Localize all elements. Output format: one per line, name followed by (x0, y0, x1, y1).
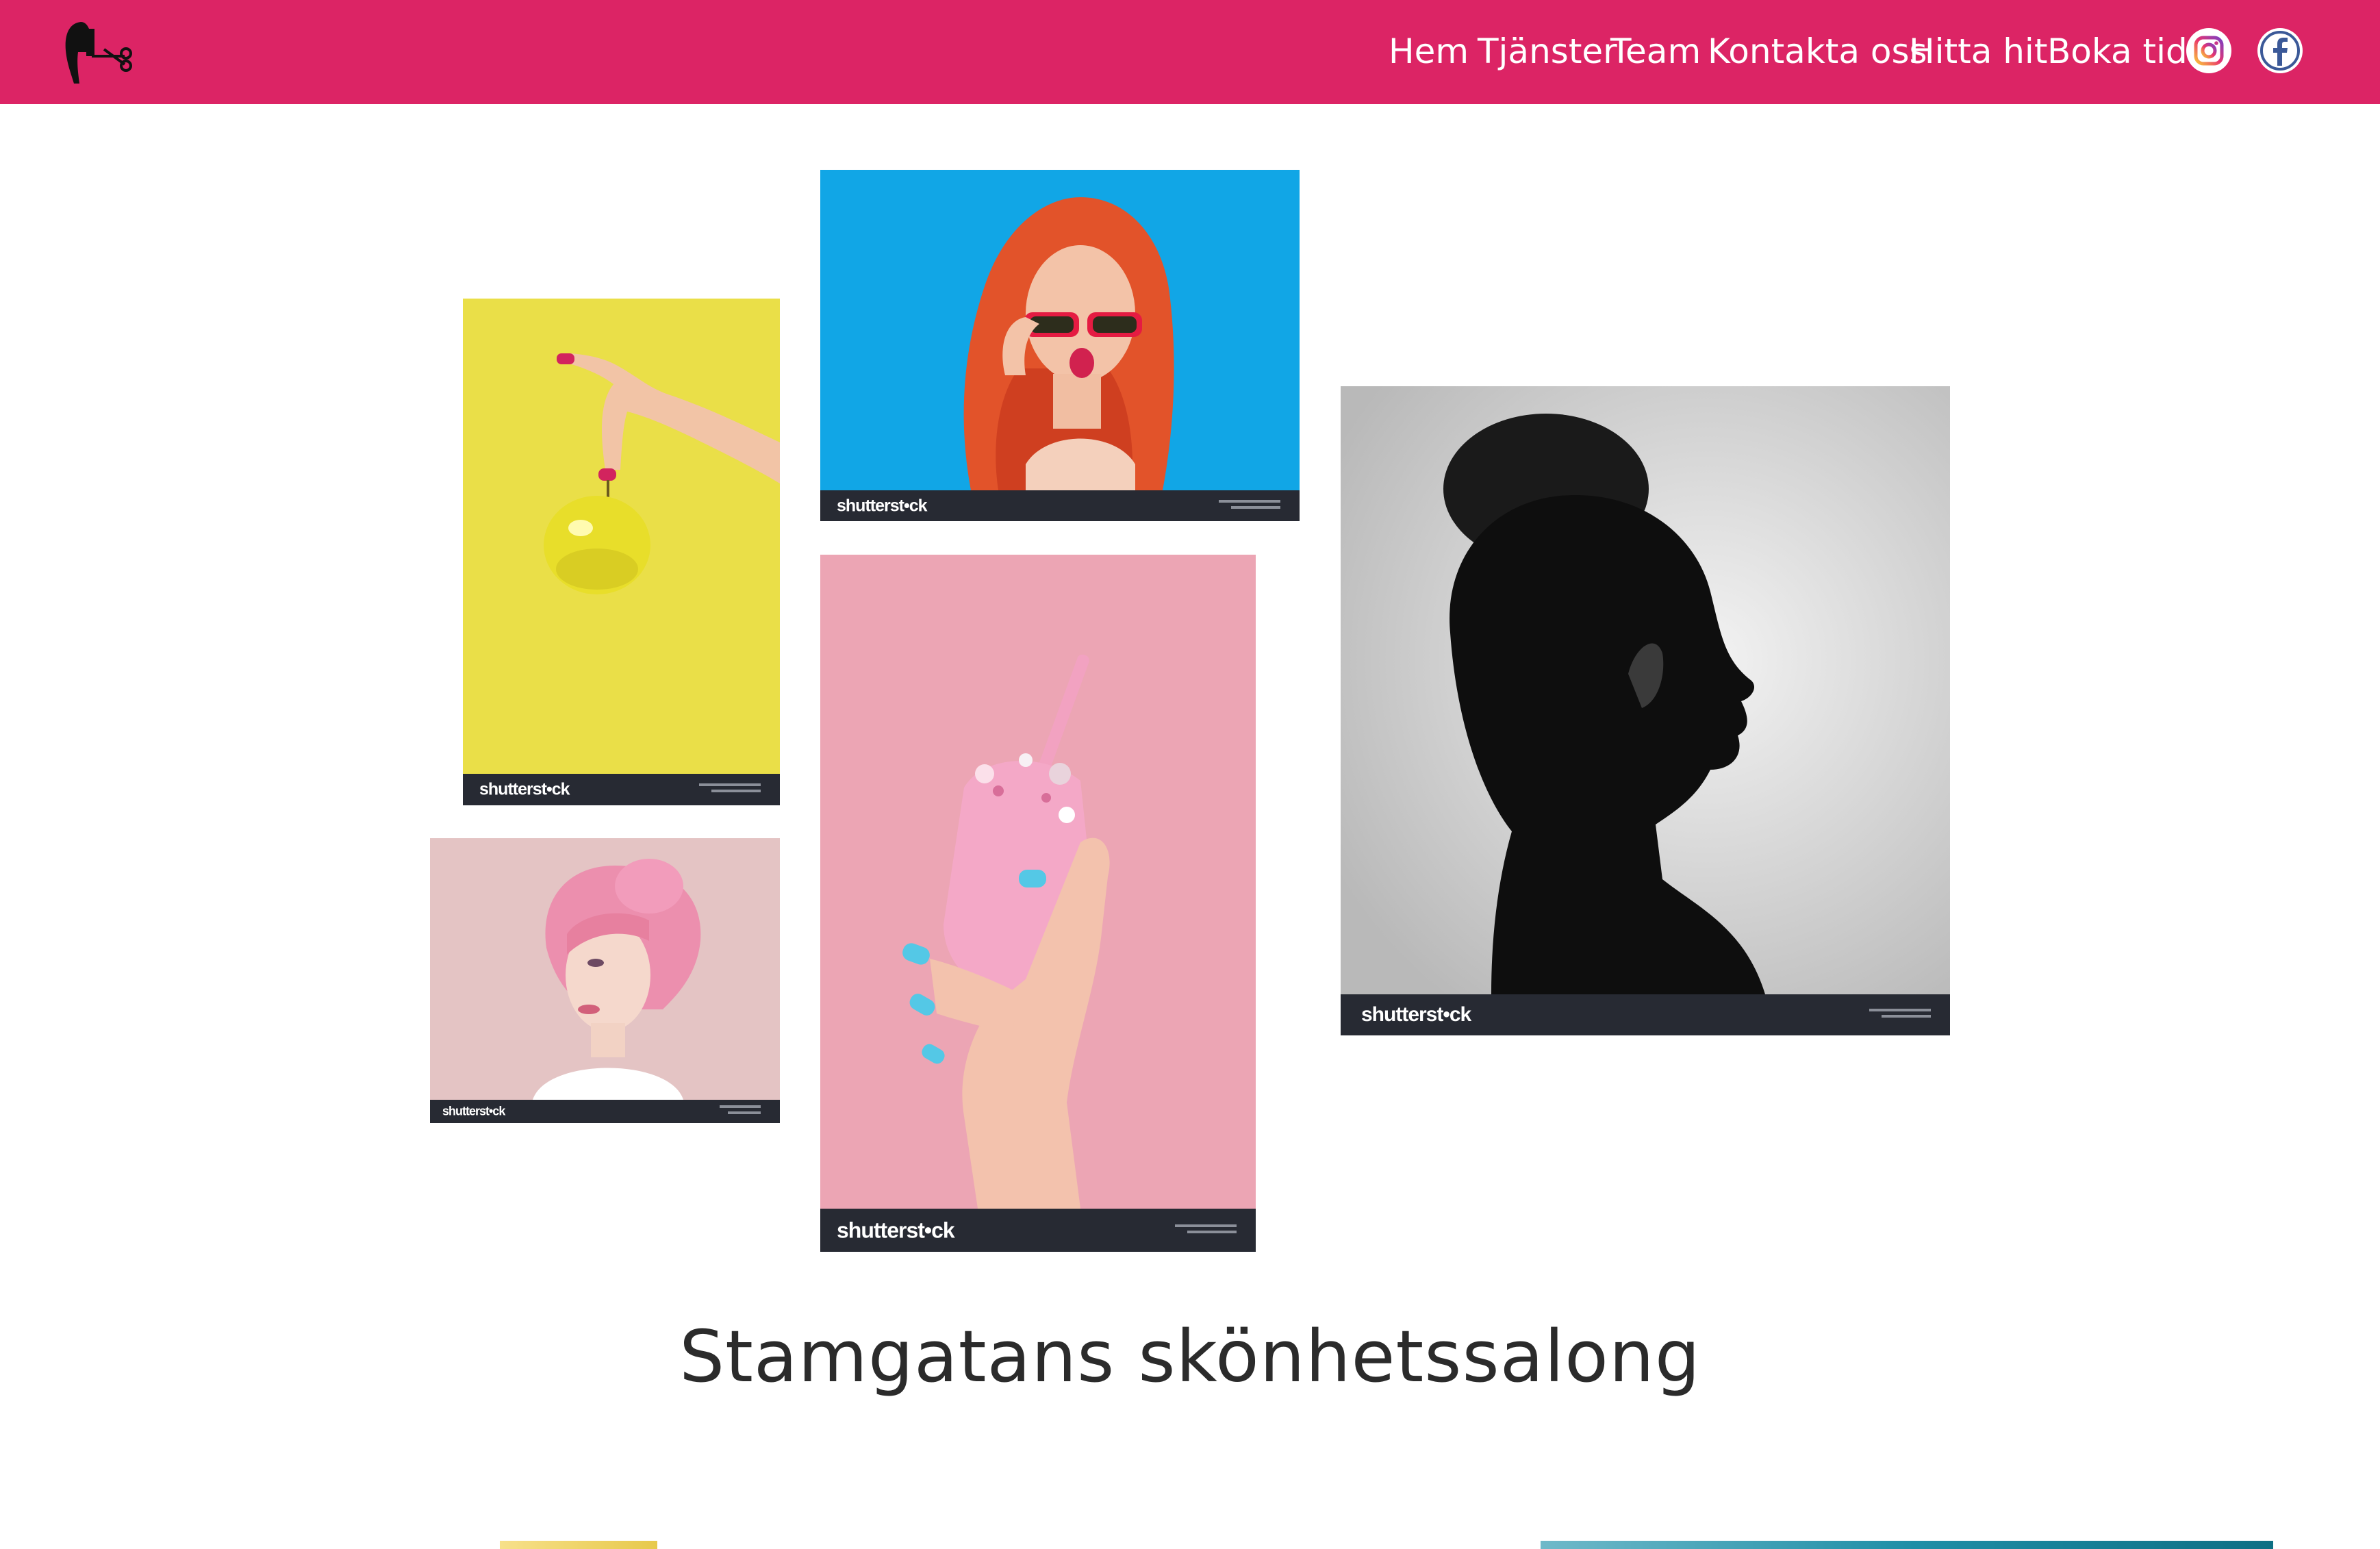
watermark-logo: shutterst•ck (1361, 1003, 1471, 1026)
pink-hair-woman-image (430, 838, 780, 1100)
next-section-image-left (500, 1541, 657, 1549)
apple-hand-image (463, 299, 780, 774)
watermark-logo: shutterst•ck (837, 496, 928, 515)
site-header: Hem Tjänster Team Kontakta oss Hitta hit… (0, 0, 2380, 104)
watermark-bar: shutterst•ck (463, 774, 780, 805)
watermark-bar: shutterst•ck (820, 490, 1300, 521)
nav-link-hitta-hit[interactable]: Hitta hit (1909, 26, 2047, 77)
red-hair-woman-image (820, 170, 1300, 490)
page-title: Stamgatans skönhetssalong (679, 1315, 1701, 1398)
watermark-id (1219, 499, 1280, 512)
pink-updo-photo[interactable]: shutterst•ck (430, 838, 780, 1123)
watermark-id (1175, 1224, 1237, 1237)
yellow-apple-photo[interactable]: shutterst•ck (463, 299, 780, 805)
watermark-id (720, 1105, 761, 1118)
black-white-profile-photo[interactable]: shutterst•ck (1341, 386, 1950, 1035)
watermark-id (1869, 1009, 1931, 1021)
facebook-icon[interactable] (2257, 27, 2303, 74)
nav-link-boka-tid[interactable]: Boka tid (2047, 26, 2188, 77)
profile-silhouette-image (1341, 386, 1950, 994)
nav-link-kontakta-oss[interactable]: Kontakta oss (1708, 26, 1927, 77)
watermark-logo: shutterst•ck (837, 1218, 955, 1242)
next-section-image-right (1541, 1541, 2273, 1549)
pink-cup-photo[interactable]: shutterst•ck (820, 555, 1256, 1252)
nav-link-hem[interactable]: Hem (1389, 26, 1469, 77)
watermark-logo: shutterst•ck (442, 1104, 505, 1118)
salon-logo-icon[interactable] (62, 15, 137, 89)
instagram-icon[interactable] (2186, 27, 2232, 74)
watermark-id (699, 783, 761, 796)
watermark-bar: shutterst•ck (1341, 994, 1950, 1035)
watermark-bar: shutterst•ck (430, 1100, 780, 1123)
red-hair-sunglasses-photo[interactable]: shutterst•ck (820, 170, 1300, 521)
watermark-logo: shutterst•ck (479, 779, 570, 799)
nav-link-team[interactable]: Team (1610, 26, 1701, 77)
nav-link-tjanster[interactable]: Tjänster (1478, 26, 1617, 77)
watermark-bar: shutterst•ck (820, 1209, 1256, 1252)
pink-cup-hand-image (820, 555, 1256, 1209)
